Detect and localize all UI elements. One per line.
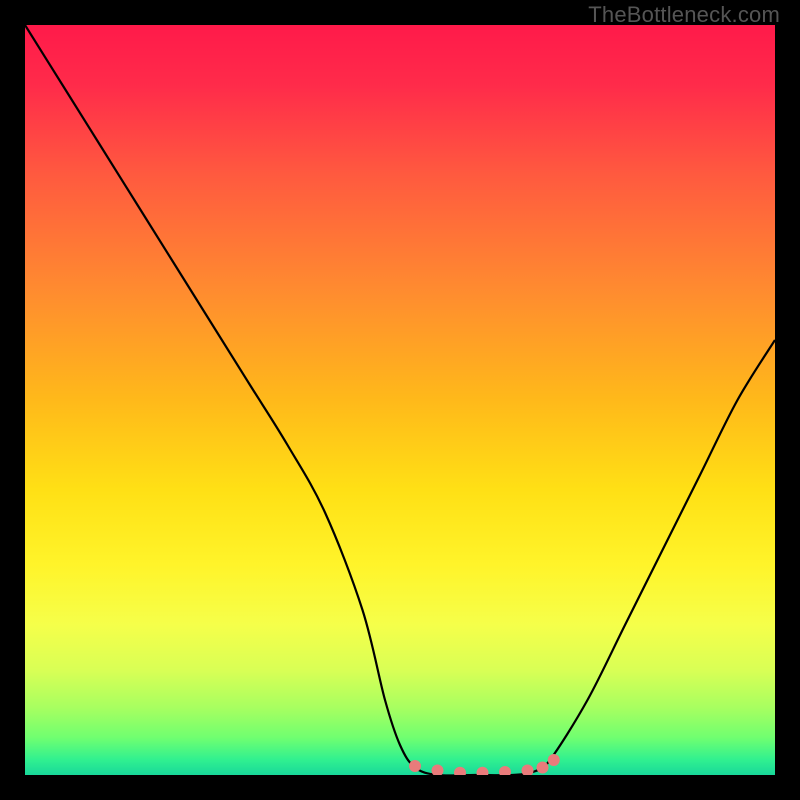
marker-dot xyxy=(548,754,560,766)
plot-area xyxy=(25,25,775,775)
chart-frame: TheBottleneck.com xyxy=(0,0,800,800)
gradient-background xyxy=(25,25,775,775)
marker-dot xyxy=(409,760,421,772)
marker-dot xyxy=(537,762,549,774)
chart-svg xyxy=(25,25,775,775)
